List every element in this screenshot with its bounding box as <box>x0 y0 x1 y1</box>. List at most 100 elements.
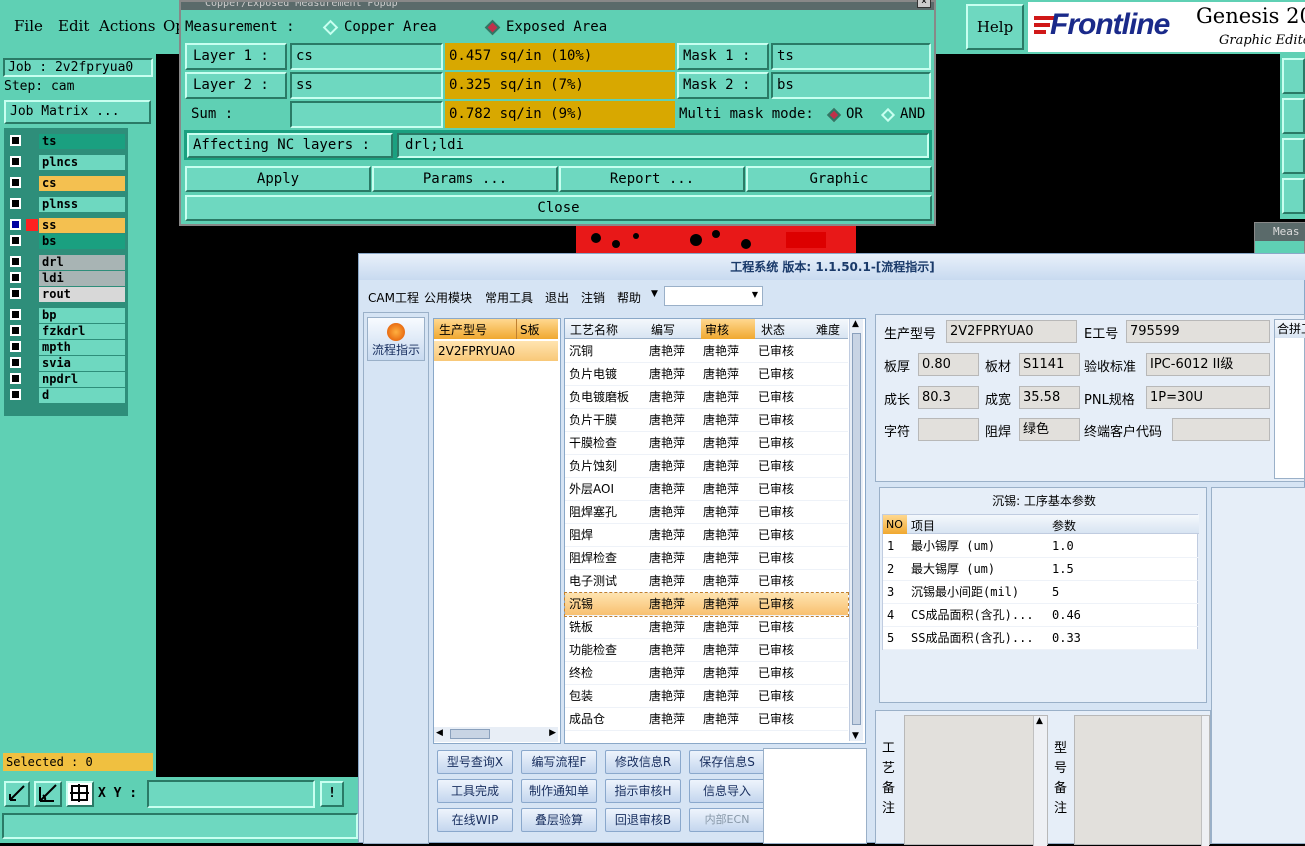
alert-icon[interactable]: ! <box>320 781 344 807</box>
process-row[interactable]: 负电镀磨板 唐艳萍 唐艳萍 已审核 <box>565 386 848 409</box>
action-button[interactable]: 型号查询X <box>437 750 513 774</box>
layer-checkbox[interactable] <box>10 288 21 299</box>
apply-button[interactable]: Apply <box>185 166 371 192</box>
header-model[interactable]: 生产型号 <box>439 321 487 338</box>
measure-icon[interactable] <box>34 781 62 807</box>
report-button[interactable]: Report ... <box>559 166 745 192</box>
nc-layers-input[interactable]: drl;ldi <box>397 133 929 158</box>
snap-grid-icon[interactable] <box>66 781 94 807</box>
param-row[interactable]: 2 最大锡厚 (um) 1.5 <box>883 558 1199 581</box>
header-writer[interactable]: 编写 <box>651 321 675 338</box>
layer-checkbox[interactable] <box>10 156 21 167</box>
copper-radio[interactable] <box>322 19 339 36</box>
char-field[interactable] <box>918 418 979 441</box>
process-row[interactable]: 外层AOI 唐艳萍 唐艳萍 已审核 <box>565 478 848 501</box>
v-scrollbar[interactable]: ▲ ▼ <box>849 319 863 741</box>
process-row[interactable]: 终检 唐艳萍 唐艳萍 已审核 <box>565 662 848 685</box>
thick-field[interactable]: 0.80 <box>918 353 979 376</box>
layer-row-fzkdrl[interactable]: fzkdrl <box>8 324 126 339</box>
header-reviewer[interactable]: 审核 <box>705 321 729 338</box>
layer-row-drl[interactable]: drl <box>8 255 126 270</box>
action-button[interactable]: 在线WIP <box>437 808 513 832</box>
process-remark-input[interactable]: ▲ <box>904 715 1048 846</box>
action-button[interactable]: 叠层验算 <box>521 808 597 832</box>
cn-menu-cam[interactable]: CAM工程 <box>368 289 419 306</box>
layer-row-mpth[interactable]: mpth <box>8 340 126 355</box>
mask2-input[interactable]: bs <box>771 72 931 99</box>
layer-checkbox[interactable] <box>10 219 21 230</box>
process-row[interactable]: 干膜检查 唐艳萍 唐艳萍 已审核 <box>565 432 848 455</box>
layer1-input[interactable]: cs <box>290 43 443 70</box>
layer-row-ss[interactable]: ss <box>8 218 126 233</box>
layer-checkbox[interactable] <box>10 272 21 283</box>
process-row[interactable]: 铣板 唐艳萍 唐艳萍 已审核 <box>565 616 848 639</box>
action-button[interactable]: 内部ECN <box>689 808 765 832</box>
std-field[interactable]: IPC-6012 II级 <box>1146 353 1270 376</box>
layer2-button[interactable]: Layer 2 : <box>185 72 287 99</box>
process-row[interactable]: 负片干膜 唐艳萍 唐艳萍 已审核 <box>565 409 848 432</box>
action-button[interactable]: 工具完成 <box>437 779 513 803</box>
flow-indicator-button[interactable]: 流程指示 <box>367 317 425 361</box>
layer2-input[interactable]: ss <box>290 72 443 99</box>
mask2-button[interactable]: Mask 2 : <box>677 72 769 99</box>
layer-checkbox[interactable] <box>10 373 21 384</box>
h-scrollbar[interactable]: ◀ ▶ <box>434 727 558 742</box>
model-field[interactable]: 2V2FPRYUA0 <box>946 320 1077 343</box>
param-row[interactable]: 5 SS成品面积(含孔)... 0.33 <box>883 627 1199 650</box>
layer-checkbox[interactable] <box>10 325 21 336</box>
param-row[interactable]: 4 CS成品面积(含孔)... 0.46 <box>883 604 1199 627</box>
process-row[interactable]: 阻焊 唐艳萍 唐艳萍 已审核 <box>565 524 848 547</box>
layer-row-d[interactable]: d <box>8 388 126 403</box>
layer-row-bp[interactable]: bp <box>8 308 126 323</box>
chevron-down-icon[interactable]: ▼ <box>651 289 658 299</box>
process-row[interactable]: 成品仓 唐艳萍 唐艳萍 已审核 <box>565 708 848 731</box>
param-row[interactable]: 1 最小锡厚 (um) 1.0 <box>883 535 1199 558</box>
material-field[interactable]: S1141 <box>1019 353 1080 376</box>
tool-icon-4[interactable] <box>1282 178 1305 214</box>
process-row[interactable]: 功能检查 唐艳萍 唐艳萍 已审核 <box>565 639 848 662</box>
menu-edit[interactable]: Edit <box>58 17 89 35</box>
process-row[interactable]: 包装 唐艳萍 唐艳萍 已审核 <box>565 685 848 708</box>
customer-code-field[interactable] <box>1172 418 1270 441</box>
close-button[interactable]: Close <box>185 195 932 221</box>
layer-checkbox[interactable] <box>10 256 21 267</box>
process-row[interactable]: 阻焊塞孔 唐艳萍 唐艳萍 已审核 <box>565 501 848 524</box>
len-field[interactable]: 80.3 <box>918 386 979 409</box>
process-row[interactable]: 负片蚀刻 唐艳萍 唐艳萍 已审核 <box>565 455 848 478</box>
or-radio[interactable] <box>826 107 842 123</box>
solder-mask-field[interactable]: 绿色 <box>1019 418 1080 441</box>
cn-menu-public[interactable]: 公用模块 <box>424 289 472 306</box>
layer-checkbox[interactable] <box>10 309 21 320</box>
tool-icon-1[interactable] <box>1282 58 1305 94</box>
layer1-button[interactable]: Layer 1 : <box>185 43 287 70</box>
header-process[interactable]: 工艺名称 <box>570 321 618 338</box>
layer-checkbox[interactable] <box>10 198 21 209</box>
layer-row-svia[interactable]: svia <box>8 356 126 371</box>
job-matrix-button[interactable]: Job Matrix ... <box>4 100 151 124</box>
layer-row-ldi[interactable]: ldi <box>8 271 126 286</box>
process-row[interactable]: 负片电镀 唐艳萍 唐艳萍 已审核 <box>565 363 848 386</box>
tool-icon-2[interactable] <box>1282 98 1305 134</box>
layer-row-ts[interactable]: ts <box>8 134 126 149</box>
layer-checkbox[interactable] <box>10 389 21 400</box>
model-row[interactable]: 2V2FPRYUA0 <box>434 341 558 361</box>
layer-checkbox[interactable] <box>10 341 21 352</box>
header-difficulty[interactable]: 难度 <box>816 321 840 338</box>
eno-field[interactable]: 795599 <box>1126 320 1270 343</box>
layer-checkbox[interactable] <box>10 357 21 368</box>
nc-layers-button[interactable]: Affecting NC layers : <box>187 133 393 158</box>
mask1-input[interactable]: ts <box>771 43 931 70</box>
layer-checkbox[interactable] <box>10 177 21 188</box>
layer-row-plnss[interactable]: plnss <box>8 197 126 212</box>
layer-row-npdrl[interactable]: npdrl <box>8 372 126 387</box>
action-button[interactable]: 信息导入 <box>689 779 765 803</box>
menu-combo[interactable]: ▼ <box>664 286 763 306</box>
model-remark-input[interactable] <box>1074 715 1210 846</box>
layer-row-cs[interactable]: cs <box>8 176 126 191</box>
menu-actions[interactable]: Actions <box>99 17 155 35</box>
and-radio[interactable] <box>880 107 896 123</box>
tool-icon-3[interactable] <box>1282 138 1305 174</box>
process-row[interactable]: 阻焊检查 唐艳萍 唐艳萍 已审核 <box>565 547 848 570</box>
action-button[interactable]: 回退审核B <box>605 808 681 832</box>
layer-checkbox[interactable] <box>10 135 21 146</box>
